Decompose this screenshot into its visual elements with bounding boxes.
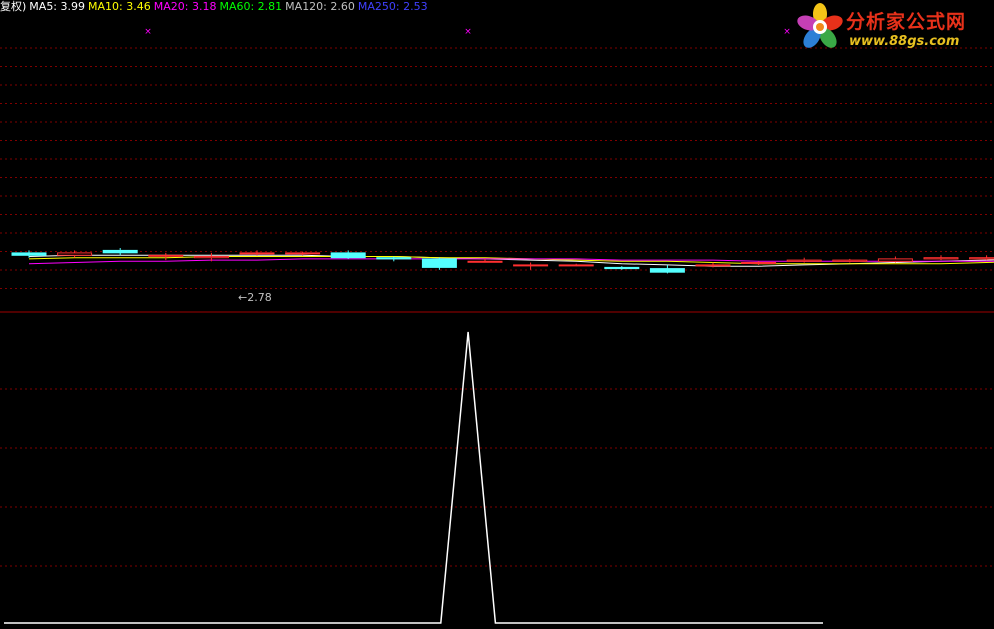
- logo-url: www.88gs.com: [849, 34, 960, 49]
- legend-prefix: 复权): [0, 0, 27, 13]
- logo-title: 分析家公式网: [846, 11, 967, 33]
- legend-ma60: MA60: 2.81: [219, 0, 283, 13]
- candle-body: [376, 257, 412, 260]
- legend-ma120: MA120: 2.60: [285, 0, 355, 13]
- candle-body: [330, 252, 366, 259]
- site-logo: 分析家公式网 www.88gs.com: [792, 2, 992, 52]
- candle-body: [558, 264, 594, 267]
- candle-body: [148, 254, 184, 257]
- ma-legend: 复权) MA5: 3.99 MA10: 3.46 MA20: 3.18 MA60: 2.…: [0, 0, 431, 14]
- candle-body: [193, 256, 229, 259]
- candle-body: [604, 266, 640, 270]
- candle-body: [11, 252, 47, 256]
- marker-icon: ×: [464, 27, 472, 37]
- legend-ma10: MA10: 3.46: [88, 0, 151, 13]
- candle-body: [57, 252, 93, 256]
- candle-body: [421, 258, 457, 268]
- candle-body: [832, 259, 868, 262]
- candle-body: [513, 264, 549, 267]
- candle-body: [695, 264, 731, 267]
- candle-body: [649, 268, 685, 273]
- low-price-annotation: ←2.78: [238, 291, 272, 304]
- candle-body: [467, 260, 503, 263]
- candle-body: [877, 258, 913, 262]
- candle-body: [741, 262, 777, 264]
- candle-body: [969, 257, 994, 260]
- candle-body: [285, 252, 321, 255]
- marker-icon: ×: [144, 27, 152, 37]
- candle-body: [923, 257, 959, 260]
- stock-chart-window: × × × 复权) MA5: 3.99 MA10: 3.46 MA20: 3.18 MA60…: [0, 0, 994, 629]
- candle-body: [102, 249, 138, 254]
- chart-canvas[interactable]: × × ×: [0, 0, 994, 629]
- legend-ma5: MA5: 3.99: [29, 0, 86, 13]
- ma-line-ma5: [28, 254, 994, 267]
- indicator-line: [4, 331, 823, 624]
- candle-body: [786, 259, 822, 262]
- legend-ma250: MA250: 2.53: [357, 0, 428, 13]
- legend-ma20: MA20: 3.18: [153, 0, 217, 13]
- low-price-value: 2.78: [247, 291, 272, 304]
- marker-icon: ×: [783, 27, 791, 37]
- flower-logo-icon: [797, 3, 843, 48]
- candle-body: [239, 252, 275, 255]
